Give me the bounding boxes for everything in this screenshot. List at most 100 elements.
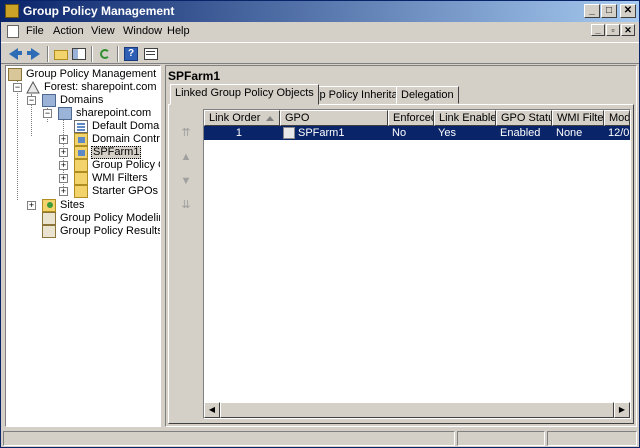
domain-icon: [58, 107, 72, 120]
tab-delegation[interactable]: Delegation: [396, 86, 459, 104]
domains-icon: [42, 94, 56, 107]
ou-icon: [74, 133, 88, 146]
window-title: Group Policy Management: [23, 4, 175, 18]
tree-label: Domain Controller: [92, 133, 160, 145]
cell-wmi-filter: None: [556, 127, 583, 139]
tree-label: Sites: [60, 199, 85, 211]
toolbar-separator: [117, 46, 119, 62]
collapse-icon[interactable]: −: [13, 83, 22, 92]
tab-linked-gpos[interactable]: Linked Group Policy Objects: [170, 84, 319, 105]
move-to-top-icon[interactable]: ⇈: [179, 127, 193, 141]
forest-icon: [26, 80, 40, 94]
gpo-link-icon: [74, 120, 88, 133]
column-wmi-filter[interactable]: WMI Filter: [552, 110, 604, 126]
tree-label: Default Domain Po: [92, 120, 160, 132]
column-label: Link Order: [209, 112, 261, 124]
scroll-thumb[interactable]: [220, 402, 614, 418]
menu-help[interactable]: Help: [167, 25, 190, 37]
minimize-button[interactable]: _: [584, 4, 600, 18]
mdi-close-button[interactable]: ✕: [621, 24, 635, 36]
tree-label-selected: SPFarm1: [91, 146, 142, 159]
column-modified[interactable]: Mod: [604, 110, 630, 126]
expand-icon[interactable]: +: [59, 148, 68, 157]
column-link-enabled[interactable]: Link Enabled: [434, 110, 496, 126]
folder-icon: [74, 185, 88, 198]
scroll-left-icon[interactable]: ◀: [204, 402, 220, 418]
move-down-icon[interactable]: ▼: [179, 175, 193, 189]
collapse-icon[interactable]: −: [27, 96, 36, 105]
move-to-bottom-icon[interactable]: ⇊: [179, 199, 193, 213]
column-gpo-status[interactable]: GPO Status: [496, 110, 552, 126]
expand-icon[interactable]: +: [59, 174, 68, 183]
scroll-right-icon[interactable]: ▶: [614, 402, 630, 418]
menu-action[interactable]: Action: [53, 25, 84, 37]
forward-icon[interactable]: [27, 46, 43, 62]
expand-icon[interactable]: +: [59, 135, 68, 144]
toolbar-separator: [91, 46, 93, 62]
tree-label: WMI Filters: [92, 172, 148, 184]
tree-label: Group Policy Results: [60, 225, 161, 237]
properties-icon[interactable]: [143, 46, 159, 62]
close-button[interactable]: ✕: [620, 4, 636, 18]
cell-link-enabled: Yes: [438, 127, 456, 139]
column-link-order[interactable]: Link Order: [204, 110, 280, 126]
linked-gpo-list[interactable]: Link Order GPO Enforced Link Enabled GPO…: [203, 109, 631, 419]
status-bar: [1, 429, 639, 447]
menu-bar: File Action View Window Help: [1, 22, 639, 41]
title-bar[interactable]: Group Policy Management _ □ ✕: [1, 1, 639, 22]
menu-window[interactable]: Window: [123, 25, 162, 37]
collapse-icon[interactable]: −: [43, 109, 52, 118]
tree-label: Group Policy Obje: [92, 159, 160, 171]
tree-label: Starter GPOs: [92, 185, 159, 197]
tree-label: Group Policy Modeling: [60, 212, 161, 224]
mdi-restore-button[interactable]: ▫: [606, 24, 620, 36]
modeling-icon: [42, 212, 56, 225]
move-up-icon[interactable]: ▲: [179, 151, 193, 165]
toolbar-separator: [47, 46, 49, 62]
show-hide-tree-icon[interactable]: [71, 46, 87, 62]
app-window: Group Policy Management _ □ ✕ File Actio…: [0, 0, 640, 448]
ou-icon: [74, 146, 88, 159]
maximize-button[interactable]: □: [601, 4, 617, 18]
up-folder-icon[interactable]: [53, 46, 69, 62]
document-icon[interactable]: [7, 25, 19, 38]
menu-file[interactable]: File: [26, 25, 44, 37]
details-title: SPFarm1: [168, 69, 221, 83]
cell-modified: 12/0: [608, 127, 630, 139]
expand-icon[interactable]: +: [27, 201, 36, 210]
status-panel: [457, 431, 545, 446]
refresh-icon[interactable]: [97, 46, 113, 62]
expand-icon[interactable]: +: [59, 187, 68, 196]
gpo-link-icon: [283, 127, 295, 139]
horizontal-scrollbar[interactable]: ◀ ▶: [204, 402, 630, 418]
sort-ascending-icon: [266, 115, 275, 121]
mdi-minimize-button[interactable]: _: [591, 24, 605, 36]
cell-link-order: 1: [235, 127, 242, 139]
help-icon[interactable]: ?: [123, 46, 139, 62]
column-enforced[interactable]: Enforced: [388, 110, 434, 126]
toolbar: ?: [1, 42, 639, 64]
cell-enforced: No: [392, 127, 407, 139]
status-panel: [547, 431, 637, 446]
console-tree[interactable]: Group Policy Management − Forest: sharep…: [5, 65, 161, 427]
column-gpo[interactable]: GPO: [280, 110, 388, 126]
tree-label: sharepoint.com: [76, 107, 152, 119]
cell-gpo-status: Enabled: [500, 127, 541, 139]
expand-icon[interactable]: +: [59, 161, 68, 170]
back-icon[interactable]: [7, 46, 23, 62]
status-panel: [3, 431, 455, 446]
tree-label: Group Policy Management: [26, 68, 157, 80]
folder-icon: [74, 172, 88, 185]
folder-icon: [74, 159, 88, 172]
gpo-name: SPFarm1: [298, 127, 345, 139]
results-icon: [42, 225, 56, 238]
tree-label: Domains: [60, 94, 104, 106]
menu-view[interactable]: View: [91, 25, 115, 37]
table-row[interactable]: 1 SPFarm1 No Yes Enabled None 12/0: [204, 126, 630, 140]
gpmc-app-icon: [5, 4, 19, 18]
details-pane: SPFarm1 Linked Group Policy Objects Grou…: [165, 65, 637, 427]
sites-icon: [42, 199, 56, 212]
tree-line: [17, 80, 18, 200]
gpmc-icon: [8, 68, 22, 81]
tab-body: ⇈ ▲ ▼ ⇊ Link Order GPO Enforced Link Ena…: [168, 104, 634, 424]
